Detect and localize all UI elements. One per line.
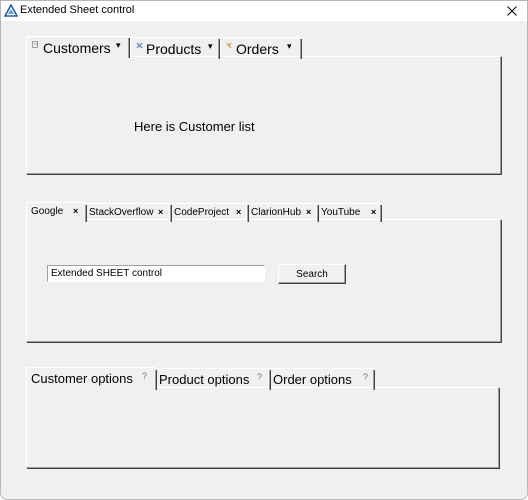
tab-separator (128, 38, 130, 58)
title-bar: Extended Sheet control (1, 1, 527, 21)
customer-list-text: Here is Customer list (134, 119, 255, 134)
tab-separator (373, 370, 375, 390)
close-tab-icon[interactable]: × (73, 206, 78, 216)
customers-icon (32, 41, 38, 48)
dropdown-arrow-icon[interactable]: ▾ (208, 41, 213, 52)
close-tab-icon[interactable]: × (371, 207, 376, 217)
tab-customer-options[interactable]: Customer options ? (26, 367, 155, 389)
tab-products[interactable]: Products ▾ (130, 37, 220, 59)
dropdown-arrow-icon[interactable]: ▾ (287, 41, 292, 52)
tab-google[interactable]: Google × (26, 202, 85, 221)
close-tab-icon[interactable]: × (158, 207, 163, 217)
tab-label: CodeProject (174, 207, 230, 218)
tab-label: ClarionHub (251, 207, 302, 218)
close-tab-icon[interactable]: × (306, 207, 311, 217)
tab-separator (155, 370, 157, 390)
tab-stackoverflow[interactable]: StackOverflow × (84, 203, 169, 222)
window-title: Extended Sheet control (20, 4, 135, 16)
help-icon[interactable]: ? (363, 372, 368, 382)
tab-label: Orders (236, 41, 279, 57)
tab-separator (300, 39, 302, 59)
tab-separator (170, 205, 172, 222)
tab-separator (247, 205, 249, 222)
tab-label: Google (31, 206, 64, 217)
main-sheet: Here is Customer list Customers ▾ Produc… (26, 36, 503, 175)
tab-separator (269, 370, 271, 390)
tab-label: Order options (273, 372, 352, 387)
options-sheet: Customer options ? Product options ? Ord… (26, 367, 501, 469)
tab-separator (380, 205, 382, 222)
tab-youtube[interactable]: YouTube × (316, 203, 382, 222)
links-sheet: Search Google × StackOverflow × CodeProj… (26, 202, 503, 343)
tab-separator (85, 205, 87, 222)
search-button[interactable]: Search (278, 264, 346, 284)
tab-label: StackOverflow (89, 207, 154, 218)
tab-codeproject[interactable]: CodeProject × (169, 203, 246, 222)
tab-label: Product options (159, 372, 250, 387)
dropdown-arrow-icon[interactable]: ▾ (116, 40, 121, 51)
tab-customers[interactable]: Customers ▾ (26, 36, 130, 58)
close-button[interactable] (497, 1, 527, 21)
customer-options-panel (26, 387, 499, 468)
tab-separator (317, 205, 319, 222)
customers-panel: Here is Customer list (26, 56, 501, 174)
orders-icon (226, 42, 232, 49)
tab-product-options[interactable]: Product options ? (154, 368, 268, 390)
help-icon[interactable]: ? (142, 371, 147, 381)
help-icon[interactable]: ? (257, 372, 262, 382)
tab-order-options[interactable]: Order options ? (268, 368, 375, 390)
close-tab-icon[interactable]: × (236, 207, 241, 217)
tab-label: Customer options (31, 371, 133, 386)
close-icon (507, 6, 517, 16)
app-window: Extended Sheet control Here is Customer … (0, 0, 528, 500)
tab-label: Products (146, 41, 202, 57)
tab-clarionhub[interactable]: ClarionHub × (246, 203, 316, 222)
products-icon (136, 42, 143, 49)
google-panel: Search (26, 219, 501, 342)
tab-label: Customers (43, 40, 111, 56)
search-input[interactable] (47, 265, 265, 282)
tab-orders[interactable]: Orders ▾ (220, 37, 302, 59)
tab-label: YouTube (321, 207, 361, 218)
app-icon (4, 4, 18, 17)
